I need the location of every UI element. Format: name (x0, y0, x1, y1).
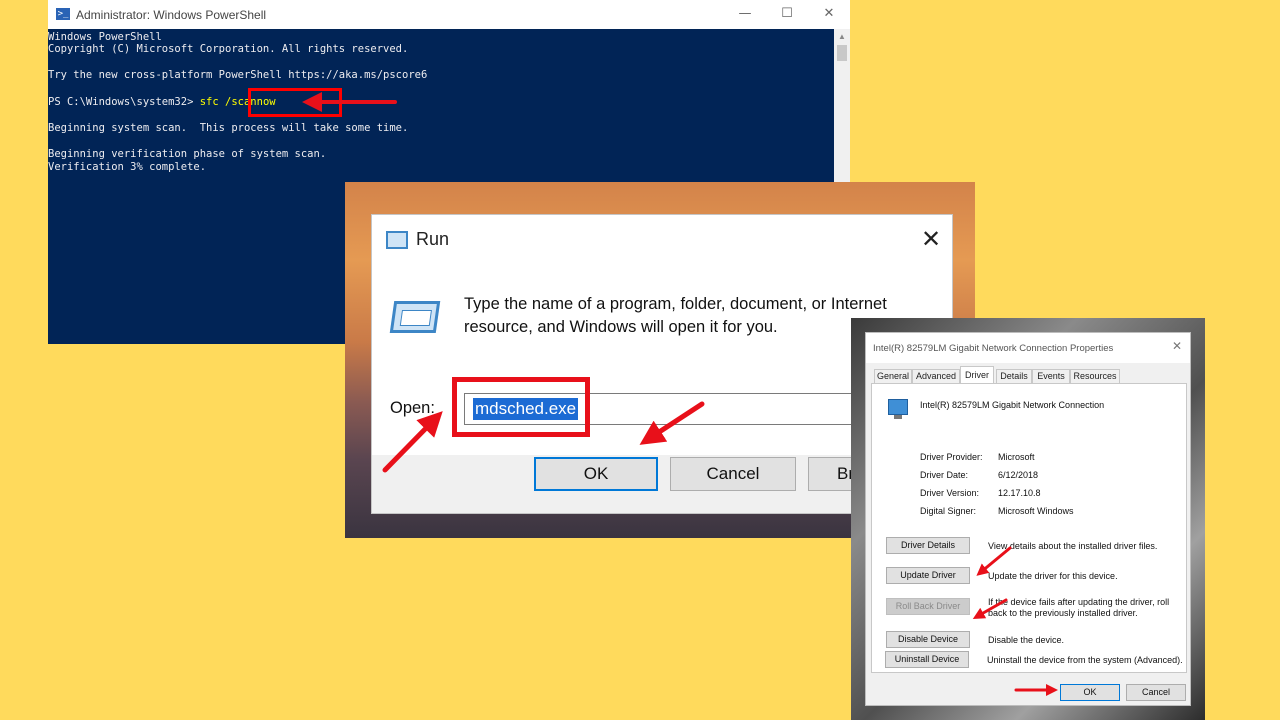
uninstall-device-desc: Uninstall the device from the system (Ad… (987, 655, 1183, 665)
driver-provider-label: Driver Provider: (920, 452, 983, 462)
digital-signer-label: Digital Signer: (920, 506, 977, 516)
driver-panel: Intel(R) 82579LM Gigabit Network Connect… (871, 383, 1187, 673)
driver-date-label: Driver Date: (920, 470, 969, 480)
tab-details[interactable]: Details (996, 369, 1032, 383)
run-program-icon (389, 301, 441, 333)
run-titlebar[interactable]: Run ✕ (372, 215, 952, 265)
console-prompt: PS C:\Windows\system32> (48, 96, 194, 108)
tab-general[interactable]: General (874, 369, 912, 383)
properties-title: Intel(R) 82579LM Gigabit Network Connect… (873, 343, 1114, 354)
disable-device-button[interactable]: Disable Device (886, 631, 970, 648)
device-name: Intel(R) 82579LM Gigabit Network Connect… (920, 400, 1105, 410)
run-icon (386, 231, 408, 249)
tab-advanced[interactable]: Advanced (912, 369, 960, 383)
properties-ok-button[interactable]: OK (1060, 684, 1120, 701)
properties-screenshot: Intel(R) 82579LM Gigabit Network Connect… (851, 318, 1205, 720)
minimize-button[interactable]: — (730, 5, 760, 23)
console-line: Verification 3% complete. (48, 161, 207, 173)
console-line: Try the new cross-platform PowerShell ht… (48, 69, 428, 81)
powershell-icon: >_ (56, 8, 70, 20)
uninstall-device-button[interactable]: Uninstall Device (885, 651, 969, 668)
update-driver-desc: Update the driver for this device. (988, 571, 1118, 581)
properties-dialog: Intel(R) 82579LM Gigabit Network Connect… (865, 332, 1191, 706)
disable-device-desc: Disable the device. (988, 635, 1065, 645)
maximize-button[interactable]: ☐ (772, 5, 802, 23)
tab-events[interactable]: Events (1032, 369, 1070, 383)
driver-date-value: 6/12/2018 (998, 470, 1039, 480)
powershell-titlebar[interactable]: >_ Administrator: Windows PowerShell — ☐… (48, 0, 850, 29)
properties-titlebar[interactable]: Intel(R) 82579LM Gigabit Network Connect… (866, 333, 1190, 363)
console-line: Copyright (C) Microsoft Corporation. All… (48, 43, 409, 55)
console-prompt-line[interactable]: PS C:\Windows\system32> sfc /scannow (48, 96, 276, 108)
run-close-button[interactable]: ✕ (920, 225, 942, 253)
ok-button[interactable]: OK (534, 457, 658, 491)
update-driver-button[interactable]: Update Driver (886, 567, 970, 584)
input-highlight-box (452, 377, 590, 437)
network-adapter-icon (888, 399, 908, 419)
roll-back-driver-desc: If the device fails after updating the d… (988, 597, 1170, 618)
close-button[interactable]: ✕ (814, 5, 844, 23)
scroll-thumb[interactable] (837, 45, 847, 61)
driver-version-value: 12.17.10.8 (998, 488, 1041, 498)
run-title: Run (416, 229, 450, 249)
console-line: Beginning system scan. This process will… (48, 122, 409, 134)
digital-signer-value: Microsoft Windows (998, 506, 1074, 516)
roll-back-driver-button[interactable]: Roll Back Driver (886, 598, 970, 615)
powershell-title: Administrator: Windows PowerShell (76, 8, 267, 22)
console-line: Beginning verification phase of system s… (48, 148, 327, 160)
driver-version-label: Driver Version: (920, 488, 980, 498)
scroll-up-icon[interactable]: ▲ (834, 29, 850, 45)
tab-driver[interactable]: Driver (960, 366, 994, 384)
driver-provider-value: Microsoft (998, 452, 1035, 462)
console-line: Windows PowerShell (48, 31, 162, 43)
driver-details-desc: View details about the installed driver … (988, 541, 1158, 551)
tab-resources[interactable]: Resources (1070, 369, 1120, 383)
cancel-button[interactable]: Cancel (670, 457, 796, 491)
open-label: Open: (390, 399, 435, 417)
properties-cancel-button[interactable]: Cancel (1126, 684, 1186, 701)
command-highlight-box (248, 88, 342, 117)
driver-details-button[interactable]: Driver Details (886, 537, 970, 554)
properties-close-button[interactable]: ✕ (1172, 339, 1182, 353)
